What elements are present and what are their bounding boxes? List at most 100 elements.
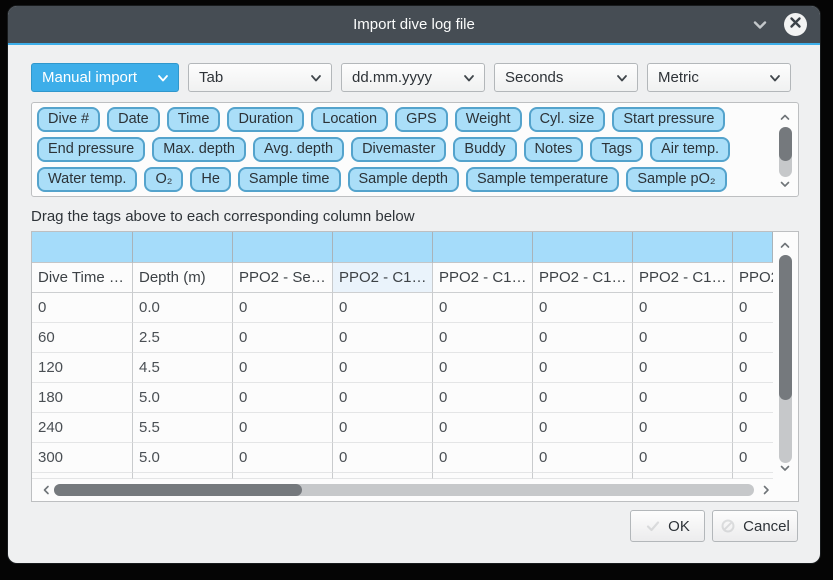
cancel-label: Cancel: [743, 518, 790, 535]
tagpool-scrollbar-thumb[interactable]: [779, 127, 792, 161]
table-row: 300 5.0 0 0 0 0 0 0: [32, 443, 773, 473]
drop-target[interactable]: [333, 232, 433, 263]
table-row: 0 0.0 0 0 0 0 0 0: [32, 293, 773, 323]
scroll-down-icon[interactable]: [779, 462, 791, 474]
table-cell: 0: [533, 383, 633, 413]
column-drop-row: [32, 232, 773, 263]
tag-location[interactable]: Location: [311, 107, 388, 132]
tag-divemaster[interactable]: Divemaster: [351, 137, 446, 162]
tag-pool: Dive # Date Time Duration Location GPS W…: [31, 102, 799, 197]
chevron-down-icon: [463, 72, 475, 84]
drag-instruction: Drag the tags above to each correspondin…: [31, 208, 415, 225]
tag-avg-depth[interactable]: Avg. depth: [253, 137, 344, 162]
tag-duration[interactable]: Duration: [227, 107, 304, 132]
shade-chevron-icon[interactable]: [752, 17, 768, 33]
table-cell: 0: [733, 383, 773, 413]
field-separator-value: Tab: [199, 69, 223, 86]
drop-target[interactable]: [233, 232, 333, 263]
ok-button[interactable]: OK: [630, 510, 705, 542]
table-cell: 0: [633, 443, 733, 473]
table-row: 120 4.5 0 0 0 0 0 0: [32, 353, 773, 383]
tag-gps[interactable]: GPS: [395, 107, 448, 132]
table-cell: 0: [433, 293, 533, 323]
ok-label: OK: [668, 518, 690, 535]
duration-format-select[interactable]: Seconds: [494, 63, 638, 92]
column-header[interactable]: Dive Time …: [32, 263, 133, 293]
table-cell: 0: [633, 293, 733, 323]
table-cell: 0: [333, 293, 433, 323]
column-header[interactable]: PPO2 - C1…: [633, 263, 733, 293]
table-cell: 0: [233, 413, 333, 443]
chevron-down-icon: [157, 72, 169, 84]
tag-he[interactable]: He: [190, 167, 231, 192]
table-row: 240 5.5 0 0 0 0 0 0: [32, 413, 773, 443]
drop-target[interactable]: [433, 232, 533, 263]
tag-weight[interactable]: Weight: [455, 107, 522, 132]
import-dialog: Import dive log file Manual import Tab d…: [8, 6, 820, 563]
table-cell: 0: [733, 443, 773, 473]
tag-notes[interactable]: Notes: [524, 137, 584, 162]
table-hscrollbar-thumb[interactable]: [54, 484, 302, 496]
tag-sample-temperature[interactable]: Sample temperature: [466, 167, 619, 192]
date-format-select[interactable]: dd.mm.yyyy: [341, 63, 485, 92]
column-header[interactable]: PPO2 - C1…: [533, 263, 633, 293]
table-hscrollbar: [32, 479, 798, 501]
units-select[interactable]: Metric: [647, 63, 791, 92]
tag-time[interactable]: Time: [167, 107, 221, 132]
table-cell: 5.0: [133, 443, 233, 473]
tag-sample-time[interactable]: Sample time: [238, 167, 341, 192]
scroll-down-icon[interactable]: [779, 178, 791, 190]
column-header[interactable]: PPO2 - Se…: [233, 263, 333, 293]
table-cell: 0: [533, 353, 633, 383]
table-cell: 0: [633, 383, 733, 413]
tag-dive-number[interactable]: Dive #: [37, 107, 100, 132]
table-cell: 60: [32, 323, 133, 353]
close-button[interactable]: [784, 13, 807, 36]
column-header[interactable]: PPO2 - C1…: [433, 263, 533, 293]
tag-sample-po2[interactable]: Sample pO₂: [626, 167, 726, 192]
drop-target[interactable]: [533, 232, 633, 263]
table-cell: 0: [533, 443, 633, 473]
table-row: 60 2.5 0 0 0 0 0 0: [32, 323, 773, 353]
check-icon: [645, 518, 661, 534]
tag-buddy[interactable]: Buddy: [453, 137, 516, 162]
drop-target[interactable]: [633, 232, 733, 263]
cancel-icon: [720, 518, 736, 534]
drop-target[interactable]: [32, 232, 133, 263]
column-header[interactable]: Depth (m): [133, 263, 233, 293]
table-cell: 0: [533, 293, 633, 323]
tag-cyl-size[interactable]: Cyl. size: [529, 107, 606, 132]
table-cell: 0: [333, 413, 433, 443]
scroll-up-icon[interactable]: [779, 111, 791, 123]
scroll-right-icon[interactable]: [760, 484, 772, 496]
tag-date[interactable]: Date: [107, 107, 160, 132]
preview-table: Dive Time … Depth (m) PPO2 - Se… PPO2 - …: [31, 231, 799, 502]
tag-start-pressure[interactable]: Start pressure: [612, 107, 725, 132]
units-value: Metric: [658, 69, 699, 86]
scroll-up-icon[interactable]: [779, 239, 791, 251]
tag-water-temp[interactable]: Water temp.: [37, 167, 137, 192]
column-header[interactable]: PPO2: [733, 263, 773, 293]
tag-tags[interactable]: Tags: [590, 137, 643, 162]
tag-air-temp[interactable]: Air temp.: [650, 137, 730, 162]
import-mode-select[interactable]: Manual import: [31, 63, 179, 92]
table-cell: 0: [733, 413, 773, 443]
cancel-button[interactable]: Cancel: [712, 510, 798, 542]
chevron-down-icon: [310, 72, 322, 84]
window-title: Import dive log file: [353, 16, 475, 33]
scroll-left-icon[interactable]: [40, 484, 52, 496]
drop-target[interactable]: [733, 232, 773, 263]
field-separator-select[interactable]: Tab: [188, 63, 332, 92]
tag-o2[interactable]: O₂: [144, 167, 183, 192]
table-vscrollbar-thumb[interactable]: [779, 255, 792, 400]
date-format-value: dd.mm.yyyy: [352, 69, 432, 86]
table-header-row: Dive Time … Depth (m) PPO2 - Se… PPO2 - …: [32, 263, 773, 293]
tag-end-pressure[interactable]: End pressure: [37, 137, 145, 162]
table-cell: 0: [233, 353, 333, 383]
tag-max-depth[interactable]: Max. depth: [152, 137, 246, 162]
table-cell: 0: [233, 383, 333, 413]
drop-target[interactable]: [133, 232, 233, 263]
tag-sample-depth[interactable]: Sample depth: [348, 167, 459, 192]
column-header-highlighted[interactable]: PPO2 - C1…: [333, 263, 433, 293]
table-cell: 0: [433, 353, 533, 383]
